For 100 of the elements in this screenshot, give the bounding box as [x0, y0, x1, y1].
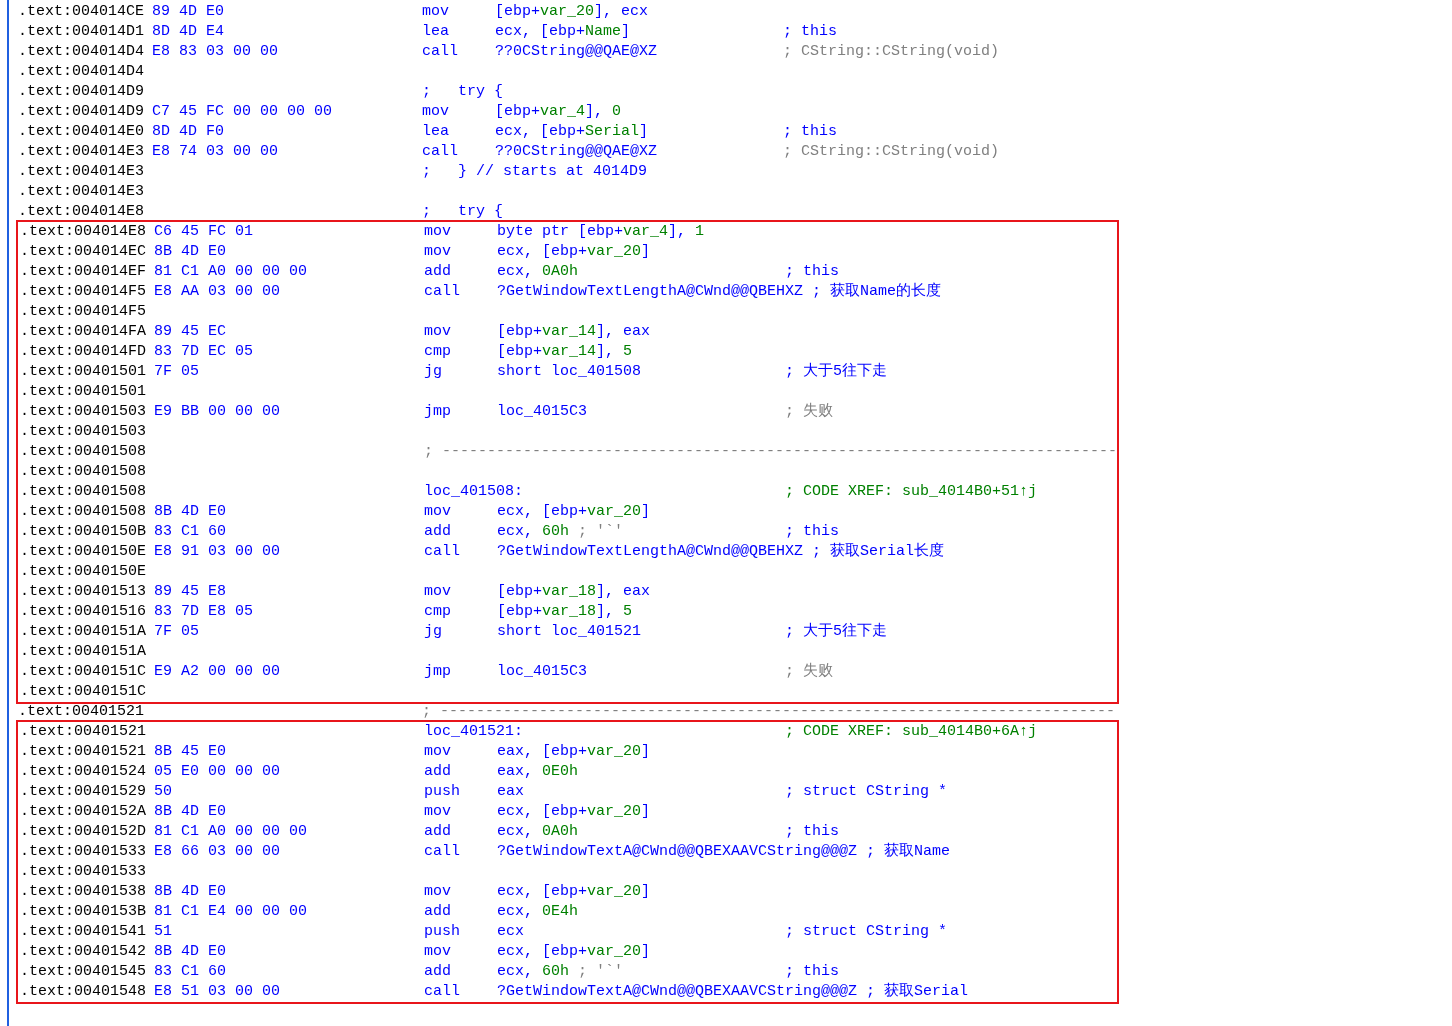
opcode-bytes: 8D 4D F0: [152, 122, 224, 142]
address-text: .text:004014E3: [18, 142, 146, 162]
address-text: .text:00401529: [20, 782, 148, 802]
opcode-bytes: E8 91 03 00 00: [154, 542, 281, 562]
operand-text: ?GetWindowTextLengthA@CWnd@@QBEHXZ ; 获取Serial长度: [497, 542, 945, 562]
opcode-bytes: 8D 4D E4: [152, 22, 224, 42]
operand-text: ?GetWindowTextA@CWnd@@QBEXAAVCString@@@Z ; 获取Name: [497, 842, 951, 862]
opcode-bytes: 7F 05: [154, 622, 199, 642]
comment-text: ; 大于5往下走: [785, 622, 887, 642]
address-text: .text:0040153B: [20, 902, 148, 922]
operand-text: ecx: [497, 922, 524, 942]
opcode-bytes: 89 45 E8: [154, 582, 226, 602]
operand-text: loc_4015C3: [497, 662, 587, 682]
operand-text: eax, [ebp+var_20]: [497, 742, 651, 762]
address-text: .text:00401513: [20, 582, 148, 602]
mnemonic-text: cmp: [424, 342, 451, 362]
mnemonic-text: mov: [422, 2, 449, 22]
address-text: .text:004014E8: [20, 222, 148, 242]
opcode-bytes: 83 7D E8 05: [154, 602, 254, 622]
address-text: .text:00401508: [20, 442, 148, 462]
comment-text: ; this: [783, 22, 837, 42]
operand-text: ecx, 60h ; '`': [497, 522, 624, 542]
operand-text: ecx, 0A0h: [497, 262, 579, 282]
mnemonic-text: add: [424, 522, 451, 542]
operand-text: ecx, [ebp+Name]: [495, 22, 631, 42]
mnemonic-text: mov: [424, 502, 451, 522]
opcode-bytes: 50: [154, 782, 172, 802]
address-text: .text:004014E0: [18, 122, 146, 142]
opcode-bytes: E8 74 03 00 00: [152, 142, 279, 162]
opcode-bytes: C7 45 FC 00 00 00 00: [152, 102, 333, 122]
operand-text: ecx, [ebp+var_20]: [497, 502, 651, 522]
address-text: .text:004014FD: [20, 342, 148, 362]
mnemonic-text: push: [424, 922, 460, 942]
operand-text: [ebp+var_18], eax: [497, 582, 651, 602]
opcode-bytes: 8B 45 E0: [154, 742, 226, 762]
opcode-bytes: 83 7D EC 05: [154, 342, 254, 362]
mnemonic-text: jmp: [424, 662, 451, 682]
address-text: .text:00401503: [20, 422, 148, 442]
address-text: .text:004014EF: [20, 262, 148, 282]
mnemonic-text: lea: [422, 122, 449, 142]
comment-text: ; CString::CString(void): [783, 42, 1000, 62]
comment-text: ; this: [785, 262, 839, 282]
comment-text: ; 失败: [785, 402, 833, 422]
operand-text: ecx, [ebp+Serial]: [495, 122, 649, 142]
address-text: .text:004014D1: [18, 22, 146, 42]
address-text: .text:00401533: [20, 842, 148, 862]
comment-text: ; CString::CString(void): [783, 142, 1000, 162]
mnemonic-text: call: [424, 542, 460, 562]
comment-text: ; 失败: [785, 662, 833, 682]
mnemonic-text: lea: [422, 22, 449, 42]
address-text: .text:004014FA: [20, 322, 148, 342]
mnemonic-text: add: [424, 962, 451, 982]
comment-text: ; CODE XREF: sub_4014B0+51↑j: [785, 482, 1038, 502]
address-text: .text:004014E8: [18, 202, 146, 222]
address-text: .text:00401503: [20, 402, 148, 422]
address-text: .text:004014F5: [20, 282, 148, 302]
operand-text: [ebp+var_18], 5: [497, 602, 633, 622]
mnemonic-text: mov: [424, 222, 451, 242]
separator-line: ; ---------------------------------------------------------------------------: [424, 442, 1118, 462]
mnemonic-text: jg: [424, 362, 442, 382]
comment-text: ; struct CString *: [785, 922, 948, 942]
address-text: .text:00401521: [20, 742, 148, 762]
code-label: loc_401521:: [424, 722, 524, 742]
address-text: .text:00401521: [20, 722, 148, 742]
opcode-bytes: E8 83 03 00 00: [152, 42, 279, 62]
operand-text: ?GetWindowTextLengthA@CWnd@@QBEHXZ ; 获取Name的长度: [497, 282, 942, 302]
opcode-bytes: 7F 05: [154, 362, 199, 382]
address-text: .text:00401508: [20, 462, 148, 482]
operand-text: ?GetWindowTextA@CWnd@@QBEXAAVCString@@@Z ; 获取Serial: [497, 982, 969, 1002]
code-label: ; try {: [422, 202, 503, 222]
operand-text: [ebp+var_20], ecx: [495, 2, 649, 22]
operand-text: ecx, [ebp+var_20]: [497, 802, 651, 822]
comment-text: ; this: [785, 522, 839, 542]
comment-text: ; this: [785, 822, 839, 842]
mnemonic-text: call: [422, 142, 458, 162]
mnemonic-text: mov: [424, 882, 451, 902]
code-label: loc_401508:: [424, 482, 524, 502]
address-text: .text:0040150E: [20, 542, 148, 562]
mnemonic-text: mov: [422, 102, 449, 122]
mnemonic-text: mov: [424, 582, 451, 602]
opcode-bytes: 81 C1 E4 00 00 00: [154, 902, 308, 922]
opcode-bytes: 05 E0 00 00 00: [154, 762, 281, 782]
operand-text: ??0CString@@QAE@XZ: [495, 142, 658, 162]
operand-text: short loc_401508: [497, 362, 642, 382]
address-text: .text:00401516: [20, 602, 148, 622]
operand-text: ecx, 0E4h: [497, 902, 579, 922]
address-text: .text:004014EC: [20, 242, 148, 262]
operand-text: ecx, [ebp+var_20]: [497, 882, 651, 902]
operand-text: eax: [497, 782, 524, 802]
operand-text: [ebp+var_14], eax: [497, 322, 651, 342]
opcode-bytes: E8 AA 03 00 00: [154, 282, 281, 302]
mnemonic-text: push: [424, 782, 460, 802]
address-text: .text:0040151C: [20, 662, 148, 682]
separator-line: ; ---------------------------------------------------------------------------: [422, 702, 1116, 722]
address-text: .text:00401545: [20, 962, 148, 982]
comment-text: ; this: [783, 122, 837, 142]
address-text: .text:00401521: [18, 702, 146, 722]
address-text: .text:0040151A: [20, 642, 148, 662]
opcode-bytes: 8B 4D E0: [154, 502, 226, 522]
address-text: .text:00401538: [20, 882, 148, 902]
